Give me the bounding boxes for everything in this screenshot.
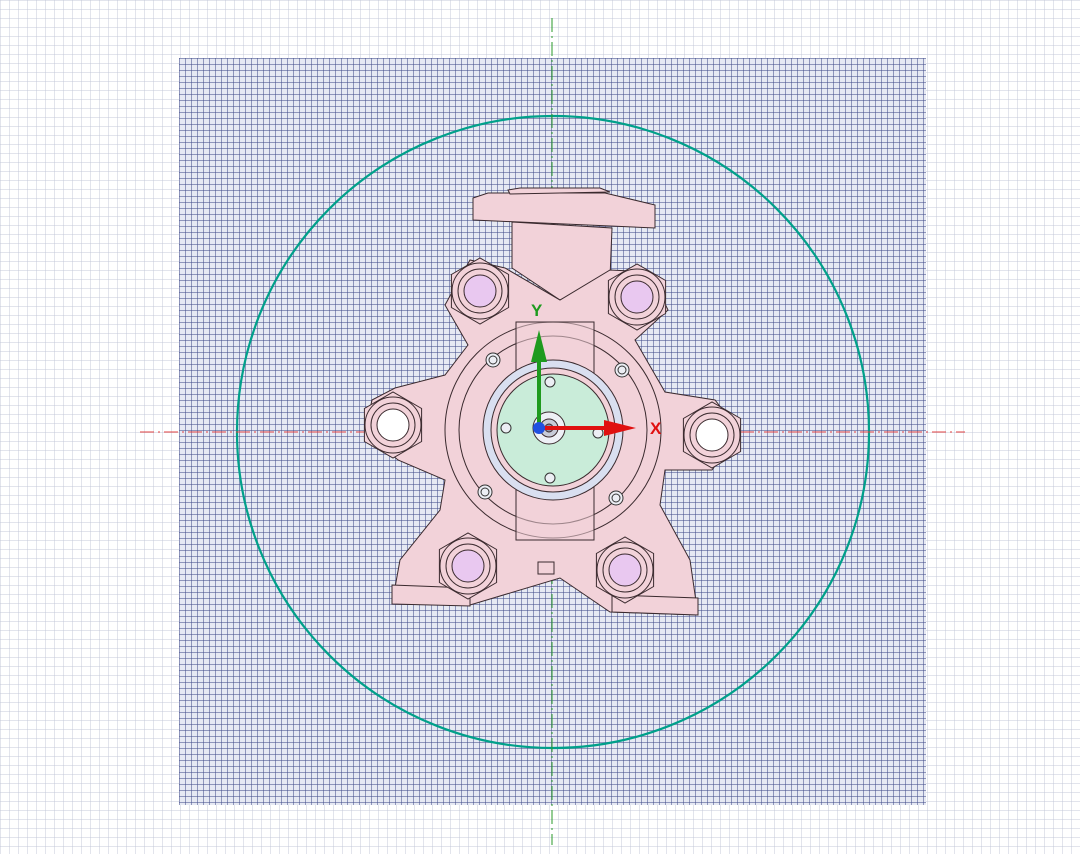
bottom-boss bbox=[537, 561, 555, 575]
port-opening bbox=[463, 274, 497, 308]
bolt-hole bbox=[544, 472, 556, 484]
model-canvas[interactable]: Y X bbox=[0, 0, 1080, 854]
through-hole bbox=[695, 418, 729, 452]
through-hole bbox=[376, 408, 410, 442]
cad-viewport[interactable]: Y X bbox=[0, 0, 1080, 854]
port-opening bbox=[620, 280, 654, 314]
y-axis-label: Y bbox=[531, 301, 543, 320]
bolt-hole bbox=[544, 376, 556, 388]
top-flange bbox=[472, 192, 656, 229]
port-opening bbox=[608, 553, 642, 587]
x-axis-label: X bbox=[650, 419, 662, 438]
valve-body[interactable] bbox=[364, 187, 741, 616]
port-opening bbox=[451, 549, 485, 583]
bolt-hole bbox=[500, 422, 512, 434]
z-axis-origin bbox=[533, 422, 545, 434]
